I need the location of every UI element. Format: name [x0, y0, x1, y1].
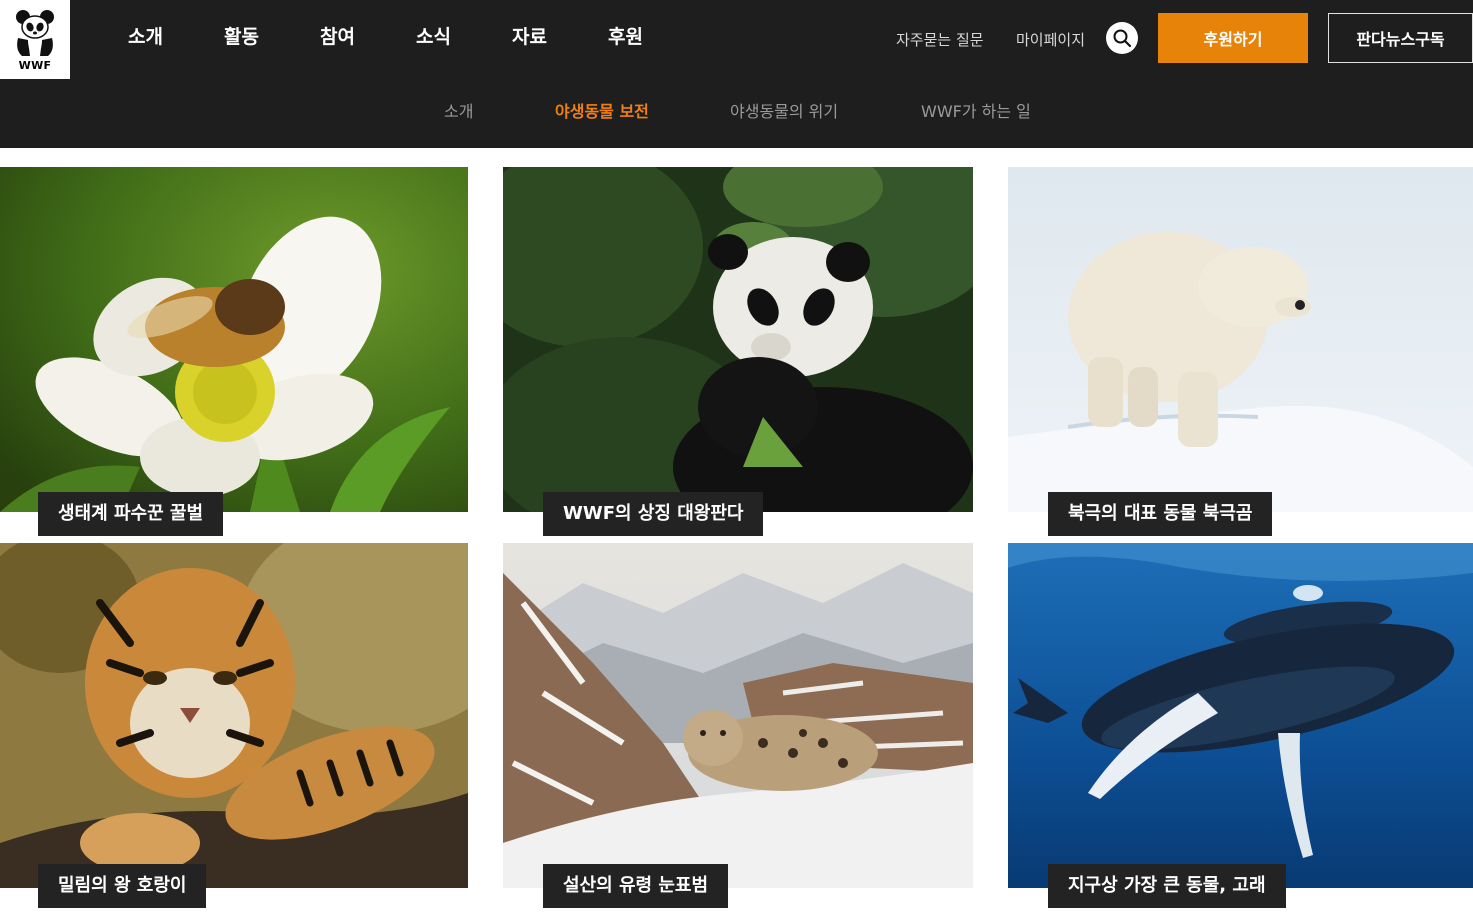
species-card-snow-leopard[interactable]: 설산의 유령 눈표범	[503, 543, 973, 913]
species-card-caption: 지구상 가장 큰 동물, 고래	[1048, 864, 1286, 908]
main-nav: 소개 활동 참여 소식 자료 후원	[128, 22, 704, 52]
wwf-logo[interactable]: WWF	[0, 0, 70, 79]
panda-logo-icon	[16, 9, 54, 56]
faq-link-wrap: 자주묻는 질문	[896, 0, 984, 79]
sub-nav-item-wwf-work[interactable]: WWF가 하는 일	[921, 79, 1031, 148]
sub-nav: 소개 야생동물 보전 야생동물의 위기 WWF가 하는 일	[0, 79, 1473, 148]
sub-nav-item-wildlife-crisis[interactable]: 야생동물의 위기	[730, 79, 838, 148]
search-icon	[1113, 29, 1132, 48]
main-nav-item-news[interactable]: 소식	[416, 22, 512, 52]
polar-bear-photo	[1008, 167, 1473, 512]
main-nav-item-activities[interactable]: 활동	[224, 22, 320, 52]
species-card-polar-bear[interactable]: 북극의 대표 동물 북극곰	[1008, 167, 1473, 537]
main-nav-item-support[interactable]: 후원	[608, 22, 704, 52]
subscribe-button[interactable]: 판다뉴스구독	[1328, 13, 1473, 63]
main-nav-item-resources[interactable]: 자료	[512, 22, 608, 52]
species-card-bee[interactable]: 생태계 파수꾼 꿀벌	[0, 167, 468, 537]
species-card-caption: 북극의 대표 동물 북극곰	[1048, 492, 1273, 536]
tiger-photo	[0, 543, 468, 888]
species-card-tiger[interactable]: 밀림의 왕 호랑이	[0, 543, 468, 913]
sub-nav-item-about[interactable]: 소개	[444, 79, 473, 148]
species-card-caption: 밀림의 왕 호랑이	[38, 864, 207, 908]
search-button[interactable]	[1106, 22, 1138, 54]
species-card-caption: 생태계 파수꾼 꿀벌	[38, 492, 224, 536]
species-card-caption: 설산의 유령 눈표범	[543, 864, 729, 908]
donate-button[interactable]: 후원하기	[1158, 13, 1308, 63]
giant-panda-photo	[503, 167, 973, 512]
faq-link[interactable]: 자주묻는 질문	[896, 30, 984, 50]
species-card-panda[interactable]: WWF의 상징 대왕판다	[503, 167, 973, 537]
main-nav-item-about[interactable]: 소개	[128, 22, 224, 52]
sub-nav-item-wildlife-conservation[interactable]: 야생동물 보전	[555, 79, 649, 148]
mypage-link[interactable]: 마이페이지	[1016, 30, 1085, 50]
main-nav-item-participate[interactable]: 참여	[320, 22, 416, 52]
bee-on-flower-photo	[0, 167, 468, 512]
species-card-whale[interactable]: 지구상 가장 큰 동물, 고래	[1008, 543, 1473, 913]
top-header: WWF 소개 활동 참여 소식 자료 후원 자주묻는 질문 마이페이지 후원하기…	[0, 0, 1473, 79]
mypage-link-wrap: 마이페이지	[1016, 0, 1085, 79]
species-card-caption: WWF의 상징 대왕판다	[543, 492, 764, 536]
snow-leopard-photo	[503, 543, 973, 888]
logo-text: WWF	[18, 58, 52, 72]
humpback-whale-photo	[1008, 543, 1473, 888]
